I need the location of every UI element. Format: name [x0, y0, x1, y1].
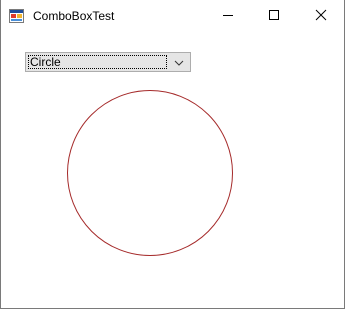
drawing-canvas	[67, 90, 233, 256]
maximize-button[interactable]	[251, 0, 297, 33]
maximize-icon	[268, 9, 280, 24]
window-title: ComboBoxTest	[33, 9, 115, 23]
app-icon	[9, 9, 24, 23]
drawn-circle	[67, 90, 233, 256]
close-icon	[315, 9, 327, 24]
main-window: ComboBoxTest Circle	[0, 0, 345, 309]
title-bar[interactable]: ComboBoxTest	[1, 0, 344, 33]
minimize-icon	[222, 9, 234, 24]
minimize-button[interactable]	[205, 0, 251, 33]
close-button[interactable]	[298, 0, 344, 33]
